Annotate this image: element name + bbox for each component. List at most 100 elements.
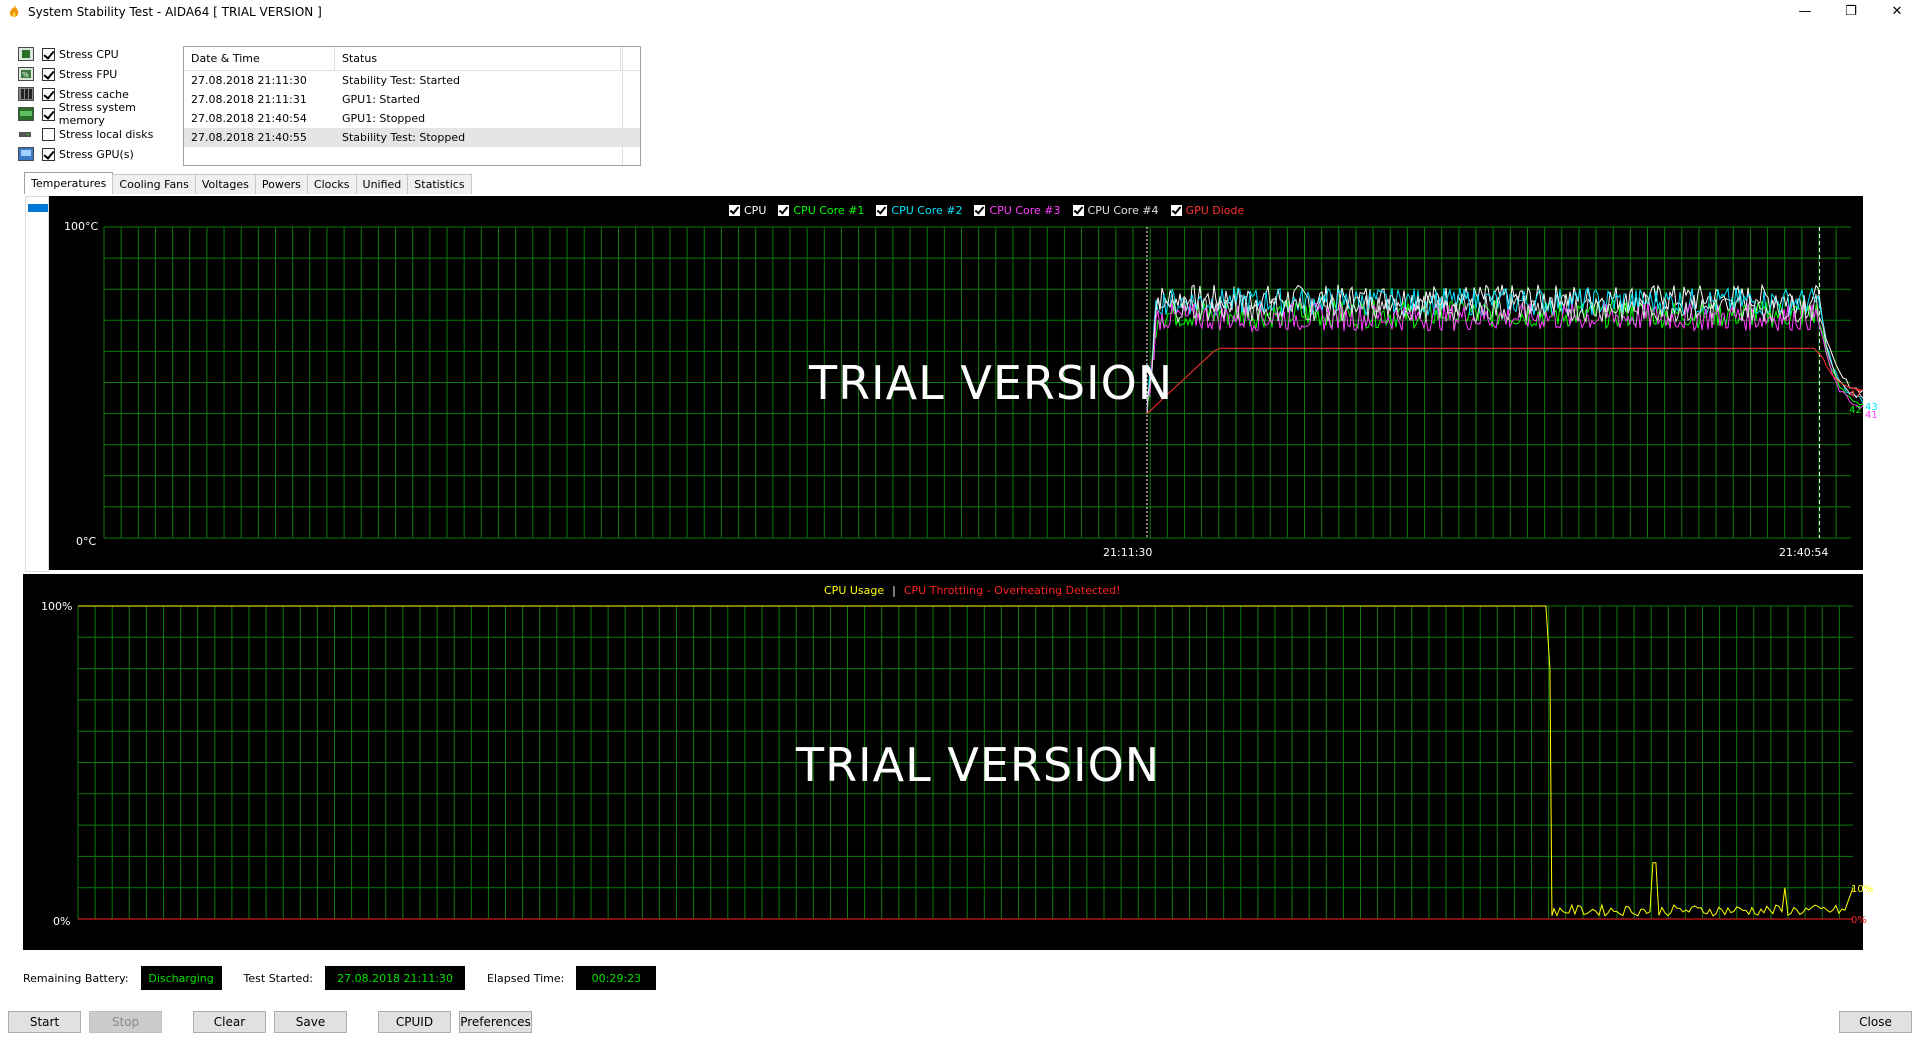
stress-gpu-checkbox[interactable] [42, 147, 55, 161]
fpu-icon: % [18, 67, 34, 81]
legend-checkbox[interactable] [974, 205, 986, 216]
disk-icon [18, 127, 34, 141]
battery-value: Discharging [140, 966, 222, 990]
stress-fpu-label: Stress FPU [59, 67, 118, 81]
stress-memory-label: Stress system memory [58, 101, 136, 127]
usage-legend: CPU Usage | CPU Throttling - Overheating… [824, 584, 1120, 597]
legend-label: CPU Core #4 [1087, 204, 1159, 217]
tab-unified[interactable]: Unified [355, 174, 409, 194]
column-header-status[interactable]: Status [335, 47, 621, 70]
legend-separator: | [892, 584, 896, 597]
legend-cpu-usage: CPU Usage [824, 584, 885, 597]
svg-text:%: % [22, 71, 29, 79]
stress-cache-checkbox[interactable] [42, 87, 55, 101]
log-row[interactable]: 27.08.2018 21:40:55 Stability Test: Stop… [184, 128, 640, 147]
title-bar: System Stability Test - AIDA64 [ TRIAL V… [0, 0, 1920, 23]
end-value-label: 42 [1849, 405, 1862, 416]
trial-watermark: TRIAL VERSION [809, 356, 1174, 410]
log-row[interactable]: 27.08.2018 21:40:54 GPU1: Stopped [184, 109, 640, 128]
maximize-button[interactable]: ❐ [1828, 0, 1874, 23]
throttle-end-label: 0% [1851, 915, 1867, 926]
series-line-cpu [1146, 283, 1863, 414]
cpu-usage-graph: CPU Usage | CPU Throttling - Overheating… [23, 574, 1873, 950]
tab-powers[interactable]: Powers [254, 174, 308, 194]
elapsed-time-value: 00:29:23 [576, 966, 657, 990]
tab-temperatures[interactable]: Temperatures [24, 172, 114, 194]
temperature-legend: CPU CPU Core #1 CPU Core #2 CPU Core #3 … [729, 204, 1256, 217]
close-button[interactable]: Close [1839, 1011, 1912, 1033]
close-window-button[interactable]: ✕ [1874, 0, 1920, 23]
log-time: 27.08.2018 21:40:55 [191, 131, 307, 144]
legend-core3[interactable]: CPU Core #3 [974, 204, 1061, 217]
event-log[interactable]: Date & Time Status 27.08.2018 21:11:30 S… [183, 46, 641, 166]
log-row[interactable]: 27.08.2018 21:11:31 GPU1: Started [184, 90, 640, 109]
column-header-datetime[interactable]: Date & Time [184, 47, 335, 70]
tab-statistics[interactable]: Statistics [407, 174, 472, 194]
cpuid-button[interactable]: CPUID [378, 1011, 451, 1033]
temp-y-top-label: 100°C [64, 220, 99, 233]
stress-cpu-label: Stress CPU [59, 47, 119, 61]
log-status: GPU1: Started [342, 93, 421, 106]
tab-voltages[interactable]: Voltages [194, 174, 256, 194]
legend-checkbox[interactable] [1072, 205, 1084, 216]
series-line-gpu-diode [1146, 347, 1863, 414]
tab-clocks[interactable]: Clocks [306, 174, 357, 194]
temp-y-bottom-label: 0°C [76, 535, 97, 548]
stress-disks-option[interactable]: Stress local disks [18, 124, 183, 144]
legend-cpu-throttling: CPU Throttling - Overheating Detected! [903, 584, 1121, 597]
preferences-button[interactable]: Preferences [459, 1011, 532, 1033]
stop-button[interactable]: Stop [89, 1011, 162, 1033]
test-started-value: 27.08.2018 21:11:30 [325, 966, 466, 990]
end-value-label: 47 [1849, 389, 1862, 400]
stress-memory-checkbox[interactable] [42, 107, 55, 121]
log-scrollbar[interactable] [622, 47, 640, 165]
stress-fpu-checkbox[interactable] [42, 67, 55, 81]
usage-y-top-label: 100% [41, 600, 73, 613]
legend-label: CPU Core #2 [891, 204, 963, 217]
end-value-label: 41 [1865, 410, 1878, 421]
stress-disks-checkbox[interactable] [42, 127, 55, 141]
usage-y-bottom-label: 0% [53, 915, 71, 928]
log-time: 27.08.2018 21:11:30 [191, 74, 307, 87]
sensor-selection-marker[interactable] [28, 204, 48, 212]
stress-cpu-option[interactable]: Stress CPU [18, 44, 183, 64]
legend-core2[interactable]: CPU Core #2 [876, 204, 962, 217]
stress-cpu-checkbox[interactable] [42, 47, 55, 61]
legend-label: GPU Diode [1185, 204, 1245, 217]
stress-memory-option[interactable]: Stress system memory [18, 101, 183, 127]
save-button[interactable]: Save [274, 1011, 347, 1033]
window-title: System Stability Test - AIDA64 [ TRIAL V… [28, 4, 322, 19]
stress-cache-label: Stress cache [59, 87, 129, 101]
stress-fpu-option[interactable]: % Stress FPU [18, 64, 183, 84]
temp-x-end-label: 21:40:54 [1779, 546, 1829, 559]
test-started-label: Test Started: [243, 971, 314, 985]
clear-button[interactable]: Clear [193, 1011, 266, 1033]
flame-icon [6, 4, 22, 20]
log-time: 27.08.2018 21:40:54 [191, 112, 307, 125]
legend-checkbox[interactable] [1170, 205, 1182, 216]
legend-core4[interactable]: CPU Core #4 [1072, 204, 1159, 217]
graph-tabs: Temperatures Cooling Fans Voltages Power… [24, 172, 472, 194]
log-status: GPU1: Stopped [342, 112, 426, 125]
log-row[interactable]: 27.08.2018 21:11:30 Stability Test: Star… [184, 71, 640, 90]
legend-cpu[interactable]: CPU [729, 204, 766, 217]
stress-gpu-option[interactable]: Stress GPU(s) [18, 144, 183, 164]
battery-label: Remaining Battery: [23, 971, 129, 985]
start-button[interactable]: Start [8, 1011, 81, 1033]
temp-x-start-label: 21:11:30 [1103, 546, 1153, 559]
tab-cooling-fans[interactable]: Cooling Fans [112, 174, 196, 194]
cache-icon [18, 87, 34, 101]
sensor-list[interactable] [25, 196, 49, 572]
log-status: Stability Test: Stopped [342, 131, 466, 144]
minimize-button[interactable]: — [1782, 0, 1828, 23]
legend-checkbox[interactable] [729, 205, 740, 216]
usage-end-label: 10% [1851, 884, 1874, 895]
legend-checkbox[interactable] [876, 205, 888, 216]
memory-icon [18, 107, 34, 121]
legend-gpu-diode[interactable]: GPU Diode [1170, 204, 1245, 217]
status-bar: Remaining Battery: Discharging Test Star… [23, 966, 678, 990]
legend-core1[interactable]: CPU Core #1 [778, 204, 864, 217]
stress-options: Stress CPU % Stress FPU Stress cache Str… [18, 44, 183, 164]
log-status: Stability Test: Started [342, 74, 460, 87]
legend-checkbox[interactable] [778, 205, 790, 216]
